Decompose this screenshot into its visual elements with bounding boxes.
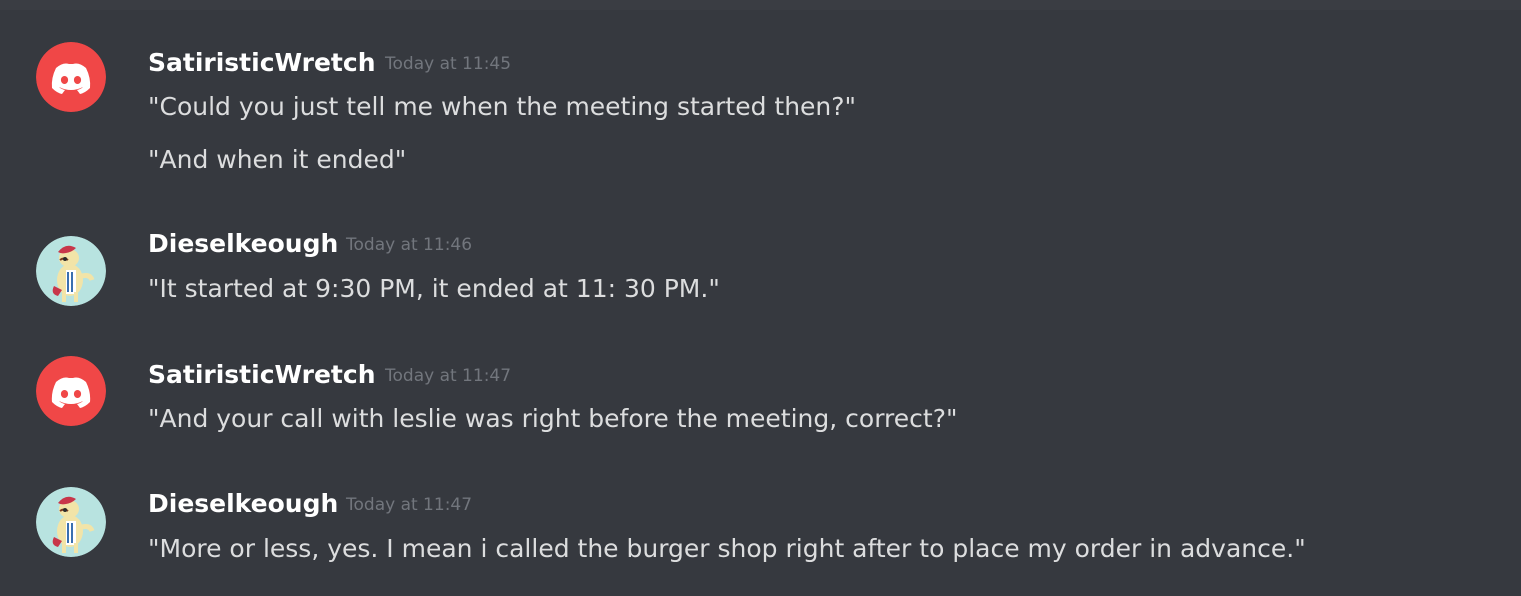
message-timestamp: Today at 11:45	[385, 54, 512, 74]
message-author[interactable]: Dieselkeough	[148, 491, 338, 516]
message-timestamp: Today at 11:47	[346, 495, 473, 515]
message-text: "Could you just tell me when the meeting…	[148, 92, 857, 121]
message-timestamp: Today at 11:46	[346, 235, 473, 255]
message-author[interactable]: SatiristicWretch	[148, 362, 376, 387]
message-text: "It started at 9:30 PM, it ended at 11: …	[148, 274, 720, 303]
chat-top-edge	[0, 0, 1521, 10]
discord-logo-icon[interactable]	[36, 42, 106, 112]
pony-avatar-icon[interactable]	[36, 236, 106, 306]
discord-logo-icon[interactable]	[36, 356, 106, 426]
message-author[interactable]: Dieselkeough	[148, 231, 338, 256]
message-text: "And your call with leslie was right bef…	[148, 404, 958, 433]
pony-avatar-icon[interactable]	[36, 487, 106, 557]
message-timestamp: Today at 11:47	[385, 366, 512, 386]
message-text: "More or less, yes. I mean i called the …	[148, 534, 1306, 563]
message-author[interactable]: SatiristicWretch	[148, 50, 376, 75]
message-text: "And when it ended"	[148, 145, 407, 174]
